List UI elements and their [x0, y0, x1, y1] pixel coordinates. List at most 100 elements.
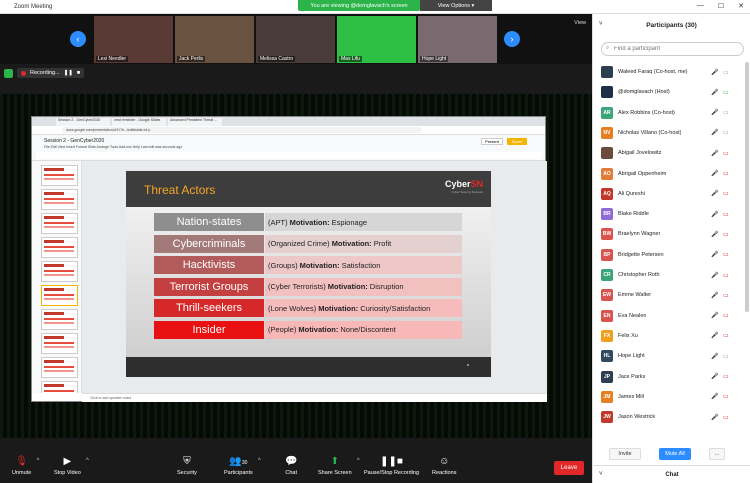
slide-thumbnail[interactable] [41, 381, 78, 393]
search-input[interactable] [614, 43, 734, 55]
participant-item[interactable]: EW Emme Walter 🎤 ▭ [593, 285, 745, 305]
chevron-up-icon[interactable]: ^ [357, 458, 360, 464]
slide-thumbnail[interactable] [41, 333, 78, 354]
thumb-bar [44, 318, 74, 320]
actor-group: (Lone Wolves) [268, 303, 317, 313]
thumb-bar [44, 312, 64, 315]
video-tile[interactable]: Melissa Castro [256, 16, 335, 63]
shield-icon[interactable] [4, 68, 13, 78]
motivation-value: Disruption [369, 282, 404, 291]
participant-item[interactable]: FX Felix Xu 🎤 ▭ [593, 326, 745, 346]
share-screen-icon: ⬆ [330, 456, 340, 467]
thumb-bar [44, 294, 74, 296]
participant-item[interactable]: BW Braelynn Wagner 🎤 ▭ [593, 224, 745, 244]
video-camera-icon: ▭ [723, 394, 729, 401]
slide-footer [126, 357, 491, 377]
participant-item[interactable]: JM James Mill 🎤 ▭ [593, 387, 745, 407]
video-tile[interactable]: Max Lifu [337, 16, 416, 63]
participant-search[interactable]: ⌕ [601, 42, 744, 56]
avatar: BW [601, 228, 613, 241]
avatar: EW [601, 289, 613, 302]
chevron-down-icon[interactable]: ˅ [599, 471, 603, 477]
actor-description: (Cyber Terrorists) Motivation: Disruption [265, 277, 462, 296]
video-tile[interactable]: Jack Perlis [175, 16, 254, 63]
avatar [601, 147, 613, 160]
participant-item[interactable]: Waleed Faraq (Co-host, me) 🎤 ▭ [593, 62, 745, 82]
browser-tab[interactable]: Session 2 - GenCyber2020 [56, 117, 110, 126]
browser-tab[interactable]: cmd reminder - Google Slides [112, 117, 166, 126]
leave-button[interactable]: Leave [554, 461, 584, 475]
slide-thumbnail[interactable] [41, 189, 78, 210]
participants-panel: ˅ Participants (30) ⌕ Waleed Faraq (Co-h… [592, 14, 750, 483]
chevron-up-icon[interactable]: ^ [258, 458, 261, 464]
cybersn-logo: CyberSN [445, 179, 483, 189]
reactions-button[interactable]: ☺ Reactions [432, 456, 456, 476]
view-button[interactable]: View [574, 20, 586, 26]
participant-item[interactable]: BR Blake Riddle 🎤 ▭ [593, 204, 745, 224]
participant-item[interactable]: AO Abrigail Oppenheim 🎤 ▭ [593, 164, 745, 184]
more-button[interactable]: ... [709, 448, 725, 460]
actor-group: (People) [268, 325, 297, 334]
participant-item[interactable]: EN Eva Nealen 🎤 ▭ [593, 306, 745, 326]
participant-item[interactable]: NV Nicholas Villano (Co-host) 🎤 ▭ [593, 123, 745, 143]
participants-count: 30 [241, 460, 248, 466]
speaker-notes[interactable]: Click to add speaker notes [82, 393, 547, 402]
slides-toolbar[interactable] [36, 152, 541, 159]
participant-item[interactable]: JP Jace Parks 🎤 ▭ [593, 367, 745, 387]
shared-screen: Session 2 - GenCyber2020 cmd reminder - … [0, 94, 592, 438]
share-screen-button[interactable]: ⬆ Share Screen ^ [318, 456, 360, 476]
browser-tab[interactable]: Advanced Persistent Threat ... [168, 117, 222, 126]
slide-thumbnail[interactable] [41, 285, 78, 306]
invite-button[interactable]: Invite [609, 448, 641, 460]
chevron-up-icon[interactable]: ^ [86, 458, 89, 464]
stop-video-button[interactable]: ▶ Stop Video ^ [54, 456, 89, 476]
participant-item[interactable]: @domglavach (Host) 🎤 ▭ [593, 82, 745, 102]
participant-item[interactable]: CR Christopher Roth 🎤 ▭ [593, 265, 745, 285]
view-options-button[interactable]: View Options ▾ [420, 0, 492, 11]
slide-thumbnail[interactable] [41, 165, 78, 186]
video-camera-icon: ▭ [723, 130, 729, 137]
unmute-label: Unmute [12, 470, 32, 476]
prev-page-button[interactable]: ‹ [70, 31, 86, 47]
video-tile[interactable]: Lexi Needler [94, 16, 173, 63]
share-doc-button[interactable]: Share [507, 138, 527, 145]
participant-item[interactable]: JW Jason Westrick 🎤 ▭ [593, 407, 745, 427]
participant-item[interactable]: BP Bridgette Petersen 🎤 ▭ [593, 245, 745, 265]
participant-item[interactable]: AQ Ali Qureshi 🎤 ▭ [593, 184, 745, 204]
motivation-value: Espionage [331, 217, 368, 227]
participant-item[interactable]: AR Alex Robbins (Co-host) 🎤 ▭ [593, 103, 745, 123]
unmute-button[interactable]: 🎙 Unmute ^ [12, 456, 39, 476]
avatar: JP [601, 370, 613, 383]
participant-item[interactable]: HL Hope Light 🎤 ▭ [593, 346, 745, 366]
pause-icon[interactable]: ❚❚ [64, 70, 73, 76]
chevron-up-icon[interactable]: ^ [36, 458, 39, 464]
slide-thumbnail[interactable] [41, 213, 78, 234]
slide-thumbnail[interactable] [41, 261, 78, 282]
mute-all-button[interactable]: Mute All [659, 448, 691, 460]
security-button[interactable]: ⛨ Security [177, 456, 197, 476]
next-page-button[interactable]: › [504, 31, 520, 47]
stop-icon[interactable]: ■ [77, 70, 80, 76]
chat-header[interactable]: ˅ Chat [593, 465, 750, 483]
participant-item[interactable]: Abigail Jovelowitz 🎤 ▭ [593, 143, 745, 163]
app-title: Zoom Meeting [14, 3, 53, 10]
maximize-icon[interactable]: ☐ [718, 2, 724, 10]
actor-group: (Cyber Terrorists) [268, 282, 326, 291]
video-tile[interactable]: Hope Light [418, 16, 497, 63]
doc-title[interactable]: Session 2 - GenCyber2020 [44, 138, 104, 144]
minimize-icon[interactable]: — [697, 2, 704, 10]
present-button[interactable]: Present [481, 138, 503, 145]
participant-scrollbar[interactable] [745, 62, 749, 312]
slide-thumbnail[interactable] [41, 309, 78, 330]
pause-recording-button[interactable]: ❚❚■ Pause/Stop Recording [364, 456, 419, 476]
doc-menu[interactable]: File Edit View Insert Format Slide Arran… [44, 145, 182, 149]
slide-thumbnail[interactable] [41, 237, 78, 258]
mic-icon: 🎤 [711, 110, 719, 117]
chevron-down-icon[interactable]: ˅ [599, 21, 603, 27]
close-icon[interactable]: ✕ [738, 2, 744, 10]
participants-button[interactable]: 👥30 Participants ^ [224, 456, 261, 476]
slide-thumbnail[interactable] [41, 357, 78, 378]
actor-category: Hacktivists [154, 256, 264, 274]
chat-button[interactable]: 💬 Chat [285, 456, 297, 476]
address-bar[interactable]: docs.google.com/presentation/d/1Y3r.../e… [32, 126, 545, 135]
